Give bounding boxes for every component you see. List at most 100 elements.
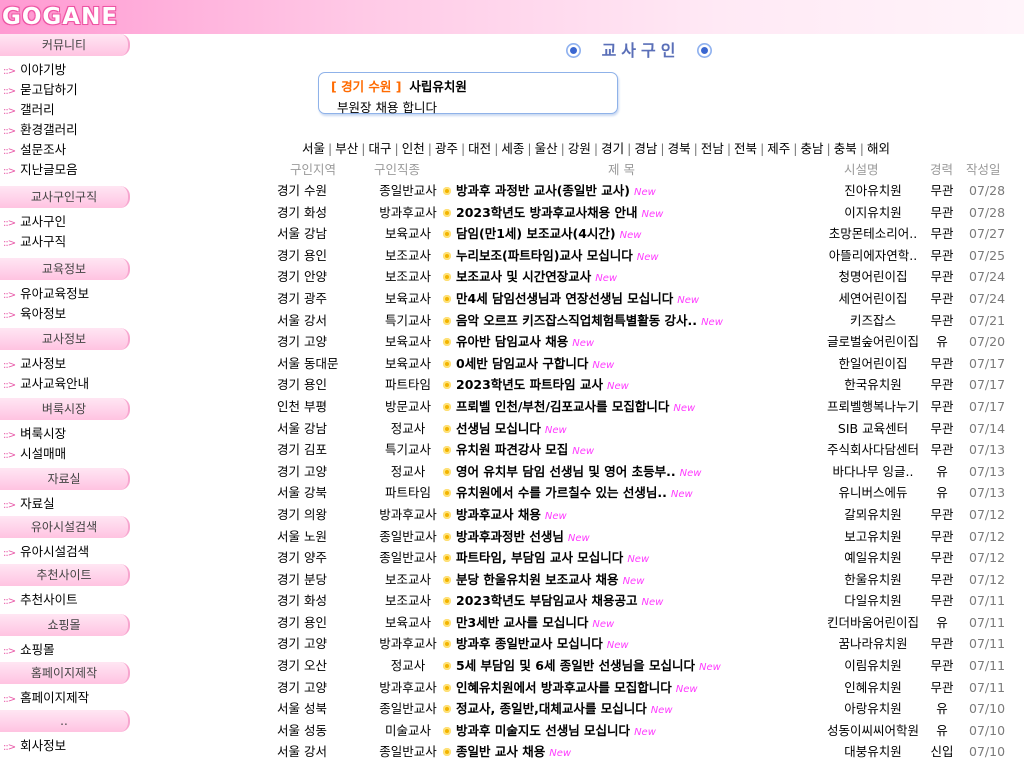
table-row[interactable]: 서울 강북 파트타임 유치원에서 수를 가르칠수 있는 선생님.. New 유니버스에듀… xyxy=(270,482,1024,504)
listing-title-link[interactable]: 만4세 담임선생님과 연장선생님 모십니다 New xyxy=(456,288,699,312)
table-row[interactable]: 서울 동대문 보육교사 0세반 담임교사 구합니다 New 한일어린이집 무관 07/17 xyxy=(270,353,1024,375)
listing-title-link[interactable]: 담임(만1세) 보조교사(4시간) New xyxy=(456,223,641,247)
region-link[interactable]: 충북 xyxy=(834,141,857,156)
sidebar-item[interactable]: ::> 이야기방 xyxy=(0,60,130,80)
table-row[interactable]: 경기 용인 보조교사 누리보조(파트타임)교사 모십니다 New 아뜰리에자연학.. 무관… xyxy=(270,245,1024,267)
listing-title-link[interactable]: 방과후과정반 선생님 New xyxy=(456,526,590,550)
region-link[interactable]: 서울 xyxy=(302,141,325,156)
listing-type: 보조교사 xyxy=(384,571,431,587)
region-link[interactable]: 대전 xyxy=(468,141,491,156)
table-row[interactable]: 경기 의왕 방과후교사 방과후교사 채용 New 갈뫼유치원 무관 07/12 xyxy=(270,504,1024,526)
listing-date: 07/25 xyxy=(969,247,1006,263)
table-row[interactable]: 인천 부평 방문교사 프뢰벨 인천/부천/김포교사를 모집합니다 New 프뢰벨행복나누… xyxy=(270,396,1024,418)
sidebar-item[interactable]: ::> 설문조사 xyxy=(0,140,130,160)
table-row[interactable]: 서울 강남 정교사 선생님 모십니다 New SIB 교육센터 무관 07/14 xyxy=(270,418,1024,440)
listing-title-link[interactable]: 음악 오르프 키즈잡스직업체험특별활동 강사.. New xyxy=(456,310,723,334)
site-logo[interactable]: GOGANE xyxy=(2,3,118,31)
sidebar-item[interactable]: ::> 묻고답하기 xyxy=(0,80,130,100)
sidebar-item[interactable]: ::> 자료실 xyxy=(0,494,130,514)
listing-title-link[interactable]: 파트타임, 부담임 교사 모십니다 New xyxy=(456,547,649,571)
table-row[interactable]: 서울 강서 종일반교사 종일반 교사 채용 New 대붕유치원 신입 07/10 xyxy=(270,741,1024,763)
region-link[interactable]: 세종 xyxy=(501,141,524,156)
table-row[interactable]: 경기 화성 방과후교사 2023학년도 방과후교사채용 안내 New 이지유치원 무관 07… xyxy=(270,202,1024,224)
listing-title: 분당 한울유치원 보조교사 채용 xyxy=(456,571,619,587)
listing-title-link[interactable]: 방과후 과정반 교사(종일반 교사) New xyxy=(456,180,656,204)
listing-title-link[interactable]: 유치원 파견강사 모집 New xyxy=(456,439,594,463)
region-link[interactable]: 울산 xyxy=(535,141,558,156)
sidebar-item[interactable]: ::> 유아교육정보 xyxy=(0,284,130,304)
table-row[interactable]: 경기 고양 정교사 영어 유치부 담임 선생님 및 영어 초등부.. New 바다나무 … xyxy=(270,461,1024,483)
region-link[interactable]: 제주 xyxy=(767,141,790,156)
region-link[interactable]: 인천 xyxy=(402,141,425,156)
listing-title-link[interactable]: 2023학년도 부담임교사 채용공고 New xyxy=(456,590,663,614)
listing-title-link[interactable]: 정교사, 종일반,대체교사를 모십니다 New xyxy=(456,698,673,722)
region-link[interactable]: 광주 xyxy=(435,141,458,156)
sidebar-item[interactable]: ::> 추천사이트 xyxy=(0,590,130,610)
sidebar-item-label: 유아교육정보 xyxy=(20,286,90,301)
listing-title-link[interactable]: 종일반 교사 채용 New xyxy=(456,741,571,765)
sidebar-item[interactable]: ::> 교사구직 xyxy=(0,232,130,252)
listing-title-link[interactable]: 누리보조(파트타임)교사 모십니다 New xyxy=(456,245,659,269)
region-link[interactable]: 강원 xyxy=(568,141,591,156)
table-row[interactable]: 경기 고양 방과후교사 방과후 종일반교사 모십니다 New 꿈나라유치원 무관 07/11 xyxy=(270,633,1024,655)
table-row[interactable]: 경기 고양 방과후교사 인혜유치원에서 방과후교사를 모집합니다 New 인혜유치원 무관… xyxy=(270,677,1024,699)
listing-title-link[interactable]: 방과후교사 채용 New xyxy=(456,504,567,528)
arrow-icon: ::> xyxy=(3,500,16,511)
table-row[interactable]: 서울 강남 보육교사 담임(만1세) 보조교사(4시간) New 초망몬테소리어.. 무관… xyxy=(270,223,1024,245)
sidebar-item[interactable]: ::> 환경갤러리 xyxy=(0,120,130,140)
table-row[interactable]: 서울 노원 종일반교사 방과후과정반 선생님 New 보고유치원 무관 07/12 xyxy=(270,526,1024,548)
region-link[interactable]: 해외 xyxy=(867,141,890,156)
table-row[interactable]: 서울 강서 특기교사 음악 오르프 키즈잡스직업체험특별활동 강사.. New 키즈잡스… xyxy=(270,310,1024,332)
listing-title-link[interactable]: 5세 부담임 및 6세 종일반 선생님을 모십니다 New xyxy=(456,655,721,679)
region-link[interactable]: 전북 xyxy=(734,141,757,156)
table-row[interactable]: 서울 성동 미술교사 방과후 미술지도 선생님 모십니다 New 성동이씨씨어학원 유 07… xyxy=(270,720,1024,742)
table-row[interactable]: 경기 용인 보육교사 만3세반 교사를 모십니다 New 킨더바움어린이집 유 07/11 xyxy=(270,612,1024,634)
sidebar-item[interactable]: ::> 벼룩시장 xyxy=(0,424,130,444)
table-row[interactable]: 서울 성북 종일반교사 정교사, 종일반,대체교사를 모십니다 New 아랑유치원 유 07… xyxy=(270,698,1024,720)
table-row[interactable]: 경기 수원 종일반교사 방과후 과정반 교사(종일반 교사) New 진아유치원 무관 07… xyxy=(270,180,1024,202)
listing-title-link[interactable]: 분당 한울유치원 보조교사 채용 New xyxy=(456,569,644,593)
table-row[interactable]: 경기 화성 보조교사 2023학년도 부담임교사 채용공고 New 다일유치원 무관 07/… xyxy=(270,590,1024,612)
arrow-icon: ::> xyxy=(3,360,16,371)
sidebar-item[interactable]: ::> 갤러리 xyxy=(0,100,130,120)
listing-title-link[interactable]: 유아반 담임교사 채용 New xyxy=(456,331,594,355)
sidebar-item[interactable]: ::> 지난글모음 xyxy=(0,160,130,180)
featured-listing[interactable]: [ 경기 수원 ] 사립유치원 부원장 채용 합니다 xyxy=(318,72,618,115)
sidebar-item[interactable]: ::> 교사교육안내 xyxy=(0,374,130,394)
table-row[interactable]: 경기 오산 정교사 5세 부담임 및 6세 종일반 선생님을 모십니다 New 이림유치… xyxy=(270,655,1024,677)
listing-title-link[interactable]: 선생님 모십니다 New xyxy=(456,418,567,442)
table-row[interactable]: 경기 광주 보육교사 만4세 담임선생님과 연장선생님 모십니다 New 세연어린이집 무… xyxy=(270,288,1024,310)
region-link[interactable]: 전남 xyxy=(701,141,724,156)
sidebar-item[interactable]: ::> 육아정보 xyxy=(0,304,130,324)
table-row[interactable]: 경기 용인 파트타임 2023학년도 파트타임 교사 New 한국유치원 무관 07/17 xyxy=(270,374,1024,396)
region-link[interactable]: 대구 xyxy=(368,141,391,156)
listing-title-link[interactable]: 유치원에서 수를 가르칠수 있는 선생님.. New xyxy=(456,482,693,506)
region-link[interactable]: 부산 xyxy=(335,141,358,156)
region-link[interactable]: 경남 xyxy=(634,141,657,156)
table-row[interactable]: 경기 양주 종일반교사 파트타임, 부담임 교사 모십니다 New 예일유치원 무관 07/… xyxy=(270,547,1024,569)
region-link[interactable]: 경기 xyxy=(601,141,624,156)
listing-title-link[interactable]: 만3세반 교사를 모십니다 New xyxy=(456,612,614,636)
table-row[interactable]: 경기 분당 보조교사 분당 한울유치원 보조교사 채용 New 한울유치원 무관 07/12 xyxy=(270,569,1024,591)
listing-title-link[interactable]: 0세반 담임교사 구합니다 New xyxy=(456,353,614,377)
sidebar-item[interactable]: ::> 교사정보 xyxy=(0,354,130,374)
sidebar-item[interactable]: ::> 쇼핑몰 xyxy=(0,640,130,660)
listing-title-link[interactable]: 프뢰벨 인천/부천/김포교사를 모집합니다 New xyxy=(456,396,695,420)
table-row[interactable]: 경기 고양 보육교사 유아반 담임교사 채용 New 글로벌숲어린이집 유 07/20 xyxy=(270,331,1024,353)
sidebar-item[interactable]: ::> 회사정보 xyxy=(0,736,130,756)
region-link[interactable]: 경북 xyxy=(668,141,691,156)
table-row[interactable]: 경기 김포 특기교사 유치원 파견강사 모집 New 주식회사다담센터 무관 07/13 xyxy=(270,439,1024,461)
sidebar-item[interactable]: ::> 유아시설검색 xyxy=(0,542,130,562)
table-row[interactable]: 경기 안양 보조교사 보조교사 및 시간연장교사 New 청명어린이집 무관 07/24 xyxy=(270,266,1024,288)
region-link[interactable]: 충남 xyxy=(801,141,824,156)
listing-title-link[interactable]: 보조교사 및 시간연장교사 New xyxy=(456,266,617,290)
sidebar-item[interactable]: ::> 시설매매 xyxy=(0,444,130,464)
listing-title-link[interactable]: 영어 유치부 담임 선생님 및 영어 초등부.. New xyxy=(456,461,701,485)
listing-title-link[interactable]: 방과후 종일반교사 모십니다 New xyxy=(456,633,629,657)
listing-title-link[interactable]: 방과후 미술지도 선생님 모십니다 New xyxy=(456,720,656,744)
sidebar-item[interactable]: ::> 홈페이지제작 xyxy=(0,688,130,708)
listing-title-link[interactable]: 2023학년도 파트타임 교사 New xyxy=(456,374,629,398)
sidebar-item[interactable]: ::> 교사구인 xyxy=(0,212,130,232)
listing-title-link[interactable]: 인혜유치원에서 방과후교사를 모집합니다 New xyxy=(456,677,698,701)
listing-title-link[interactable]: 2023학년도 방과후교사채용 안내 New xyxy=(456,202,663,226)
